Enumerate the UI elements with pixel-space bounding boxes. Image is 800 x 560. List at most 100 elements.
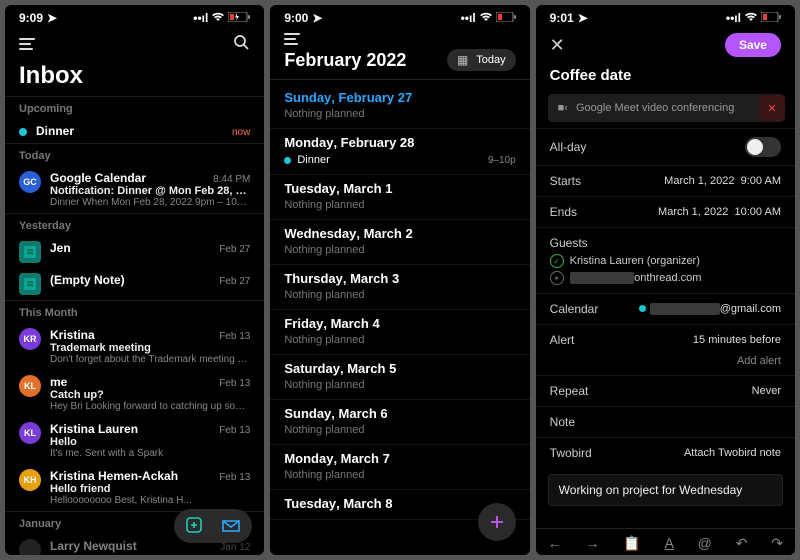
kb-text-icon[interactable]: A <box>664 535 673 552</box>
repeat-label: Repeat <box>550 384 589 398</box>
day-block[interactable]: Thursday, March 3Nothing planned <box>270 265 529 310</box>
day-block[interactable]: Saturday, March 5Nothing planned <box>270 355 529 400</box>
day-block[interactable]: Sunday, February 27Nothing planned <box>270 84 529 129</box>
item-time: Jan 12 <box>220 542 250 553</box>
preview: Hey Bri Looking forward to catching up s… <box>50 401 250 412</box>
list-item[interactable]: GC Google Calendar 8:44 PM Notification:… <box>5 166 264 213</box>
wifi-icon <box>479 11 493 25</box>
day-block[interactable]: Tuesday, March 1Nothing planned <box>270 175 529 220</box>
status-time: 9:00 <box>284 11 308 25</box>
twobird-row[interactable]: Twobird Attach Twobird note <box>536 437 795 468</box>
sender: Kristina Hemen-Ackah <box>50 469 178 483</box>
location-icon: ➤ <box>312 11 322 25</box>
avatar: KL <box>19 422 41 444</box>
list-item[interactable]: KL meFeb 13 Catch up? Hey Bri Looking fo… <box>5 370 264 417</box>
attach-link[interactable]: Attach Twobird note <box>684 447 781 459</box>
redacted: xxxxxxxxxxx <box>570 272 635 284</box>
guest-name: Kristina Lauren (organizer) <box>570 255 700 267</box>
list-item[interactable]: Dinner now <box>5 119 264 143</box>
list-item[interactable]: (Empty Note) Feb 27 <box>5 268 264 300</box>
all-day-toggle[interactable] <box>745 137 781 157</box>
day-block[interactable]: Wednesday, March 2Nothing planned <box>270 220 529 265</box>
kb-redo-icon[interactable]: ↷ <box>771 535 783 552</box>
guests-block[interactable]: Guests ✓ Kristina Lauren (organizer) ✶ x… <box>536 227 795 293</box>
event-time: 9–10p <box>488 155 516 166</box>
kb-paste-icon[interactable]: 📋 <box>623 535 640 552</box>
keyboard-accessory: ← → 📋 A @ ↶ ↷ <box>536 528 795 555</box>
list-item[interactable]: KH Kristina Hemen-AckahFeb 13 Hello frie… <box>5 464 264 511</box>
google-meet-row[interactable]: ■‹ Google Meet video conferencing ✕ <box>548 94 783 122</box>
event-name: Dinner <box>297 154 329 166</box>
kb-arrow-left-icon[interactable]: ← <box>548 535 562 552</box>
alert-value: 15 minutes before <box>693 334 781 346</box>
event-row[interactable]: Dinner 9–10p <box>284 154 515 166</box>
item-time: Feb 13 <box>219 472 250 483</box>
day-title: Friday, March 4 <box>284 316 515 331</box>
repeat-row[interactable]: Repeat Never <box>536 375 795 406</box>
guests-label: Guests <box>550 236 781 250</box>
day-title: Monday, February 28 <box>284 135 515 150</box>
alert-row[interactable]: Alert 15 minutes before <box>536 324 795 355</box>
ends-date: March 1, 2022 <box>658 206 728 218</box>
day-title: Sunday, February 27 <box>284 90 515 105</box>
add-event-button[interactable] <box>478 503 516 541</box>
calendar-screen: 9:00➤ ••ıl February 2022 ▦ Today Sunday,… <box>270 5 529 555</box>
kb-arrow-right-icon[interactable]: → <box>585 535 599 552</box>
day-block[interactable]: Monday, February 28 Dinner 9–10p <box>270 129 529 175</box>
close-icon[interactable]: ✕ <box>550 35 565 56</box>
fab-group <box>174 509 252 543</box>
item-time: now <box>232 127 250 138</box>
note-row[interactable]: Note <box>536 406 795 437</box>
all-day-label: All-day <box>550 140 587 154</box>
section-today: Today <box>5 143 264 166</box>
avatar <box>19 539 41 555</box>
list-item[interactable]: KL Kristina LaurenFeb 13 Hello It's me. … <box>5 417 264 464</box>
month-title[interactable]: February 2022 <box>284 50 406 71</box>
meet-label: Google Meet video conferencing <box>576 102 734 114</box>
nothing-planned: Nothing planned <box>284 379 515 391</box>
item-time: Feb 13 <box>219 425 250 436</box>
search-icon[interactable] <box>232 33 250 54</box>
calendar-row[interactable]: Calendar xxxxxxxxxxxx@gmail.com <box>536 293 795 324</box>
menu-icon[interactable] <box>19 38 35 50</box>
status-time: 9:01 <box>550 11 574 25</box>
item-label: Dinner <box>36 124 74 138</box>
day-title: Tuesday, March 1 <box>284 181 515 196</box>
guest-row: ✶ xxxxxxxxxxxonthread.com <box>550 271 781 285</box>
compose-note-button[interactable] <box>184 515 206 537</box>
list-item[interactable]: KR KristinaFeb 13 Trademark meeting Don'… <box>5 323 264 370</box>
status-time: 9:09 <box>19 11 43 25</box>
event-title[interactable]: Coffee date <box>536 63 795 94</box>
sender: Google Calendar <box>50 171 146 185</box>
subject: Hello friend <box>50 483 250 495</box>
preview: Helloooooooo Best, Kristina H... <box>50 495 250 506</box>
compose-mail-button[interactable] <box>220 515 242 537</box>
starts-label: Starts <box>550 174 581 188</box>
kb-at-icon[interactable]: @ <box>698 535 712 552</box>
item-time: Feb 13 <box>219 331 250 342</box>
note-input[interactable]: Working on project for Wednesday <box>548 474 783 506</box>
signal-icon: ••ıl <box>193 11 208 25</box>
kb-undo-icon[interactable]: ↶ <box>736 535 748 552</box>
check-icon: ✓ <box>550 254 564 268</box>
add-alert-row[interactable]: Add alert <box>536 355 795 375</box>
calendar-label: Calendar <box>550 302 599 316</box>
wifi-icon <box>211 11 225 25</box>
today-button[interactable]: ▦ Today <box>447 49 516 71</box>
avatar: KL <box>19 375 41 397</box>
day-block[interactable]: Friday, March 4Nothing planned <box>270 310 529 355</box>
divider <box>270 79 529 80</box>
subject: Catch up? <box>50 389 250 401</box>
day-block[interactable]: Monday, March 7Nothing planned <box>270 445 529 490</box>
save-button[interactable]: Save <box>725 33 781 57</box>
day-block[interactable]: Sunday, March 6Nothing planned <box>270 400 529 445</box>
starts-row[interactable]: Starts March 1, 2022 9:00 AM <box>536 165 795 196</box>
note-icon <box>19 273 41 295</box>
menu-icon[interactable] <box>284 33 300 45</box>
remove-meet-button[interactable]: ✕ <box>759 95 785 121</box>
list-item[interactable]: Jen Feb 27 <box>5 236 264 268</box>
note-icon <box>19 241 41 263</box>
day-title: Thursday, March 3 <box>284 271 515 286</box>
all-day-row[interactable]: All-day <box>536 128 795 165</box>
ends-row[interactable]: Ends March 1, 2022 10:00 AM <box>536 196 795 227</box>
